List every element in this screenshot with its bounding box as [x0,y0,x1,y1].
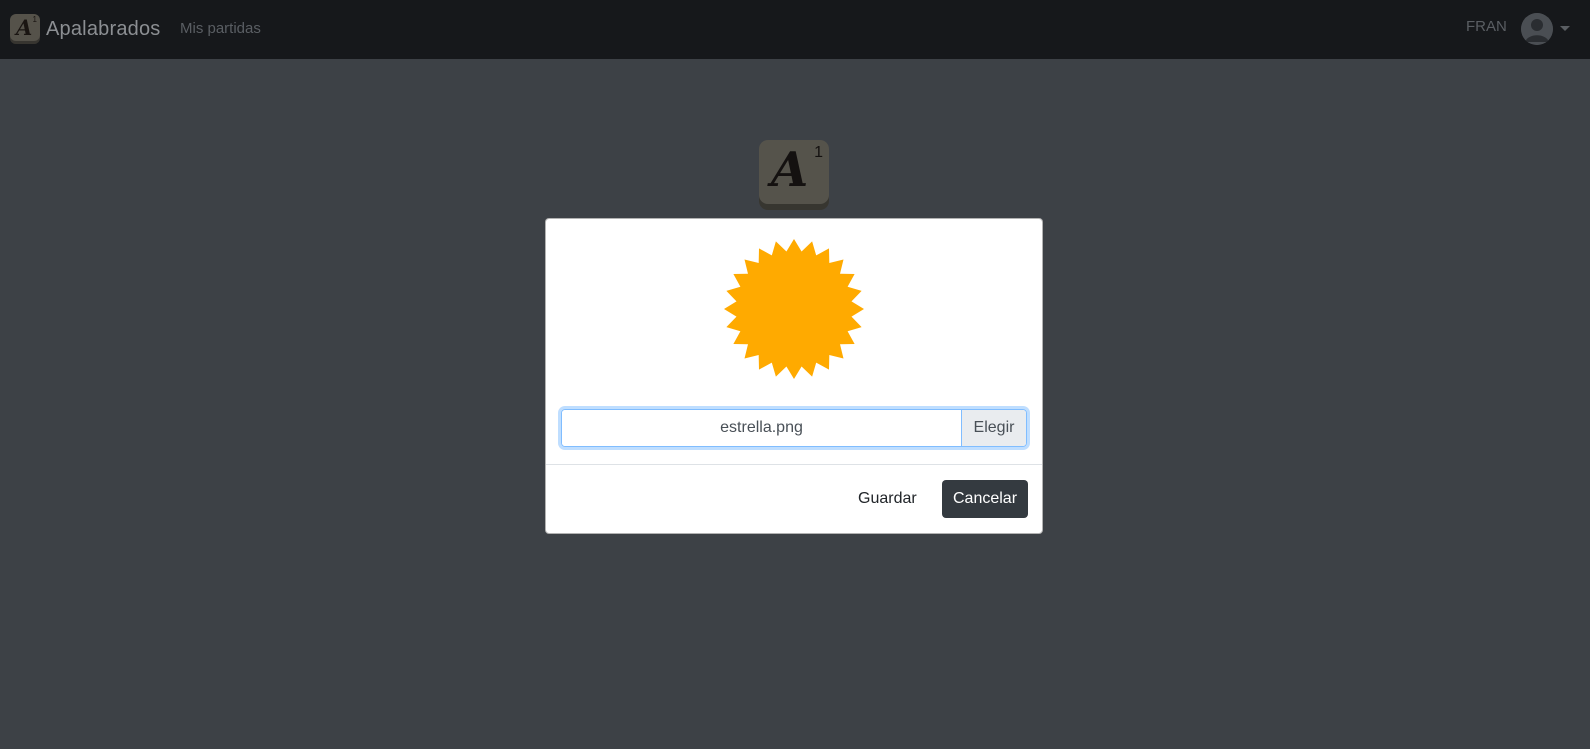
tile-number: 1 [814,144,823,161]
brand-link[interactable]: A 1 Apalabrados [10,13,161,45]
image-upload-modal: Elegir Guardar Cancelar [545,218,1043,534]
nav-user-name[interactable]: FRAN [1466,18,1507,35]
brand-name: Apalabrados [46,17,161,40]
modal-body: Elegir [546,219,1042,464]
save-button[interactable]: Guardar [846,480,929,518]
modal-footer: Guardar Cancelar [546,465,1042,533]
user-dropdown-chevron-down-icon[interactable] [1560,26,1570,31]
nav-link-my-games[interactable]: Mis partidas [180,20,261,37]
brand-logo-letter: A [16,15,33,40]
letter-tile-logo: A 1 [759,140,829,210]
image-preview [724,239,864,379]
user-avatar-icon[interactable] [1521,13,1553,45]
file-picker[interactable]: Elegir [561,409,1027,447]
file-name-input[interactable] [562,410,961,446]
brand-logo-icon: A 1 [10,14,40,44]
orange-star-badge-icon [724,239,864,379]
brand-logo-number: 1 [32,15,37,24]
choose-file-button[interactable]: Elegir [961,410,1026,446]
cancel-button[interactable]: Cancelar [942,480,1028,518]
top-navbar: A 1 Apalabrados Mis partidas FRAN [0,0,1590,59]
tile-letter: A [771,142,809,198]
